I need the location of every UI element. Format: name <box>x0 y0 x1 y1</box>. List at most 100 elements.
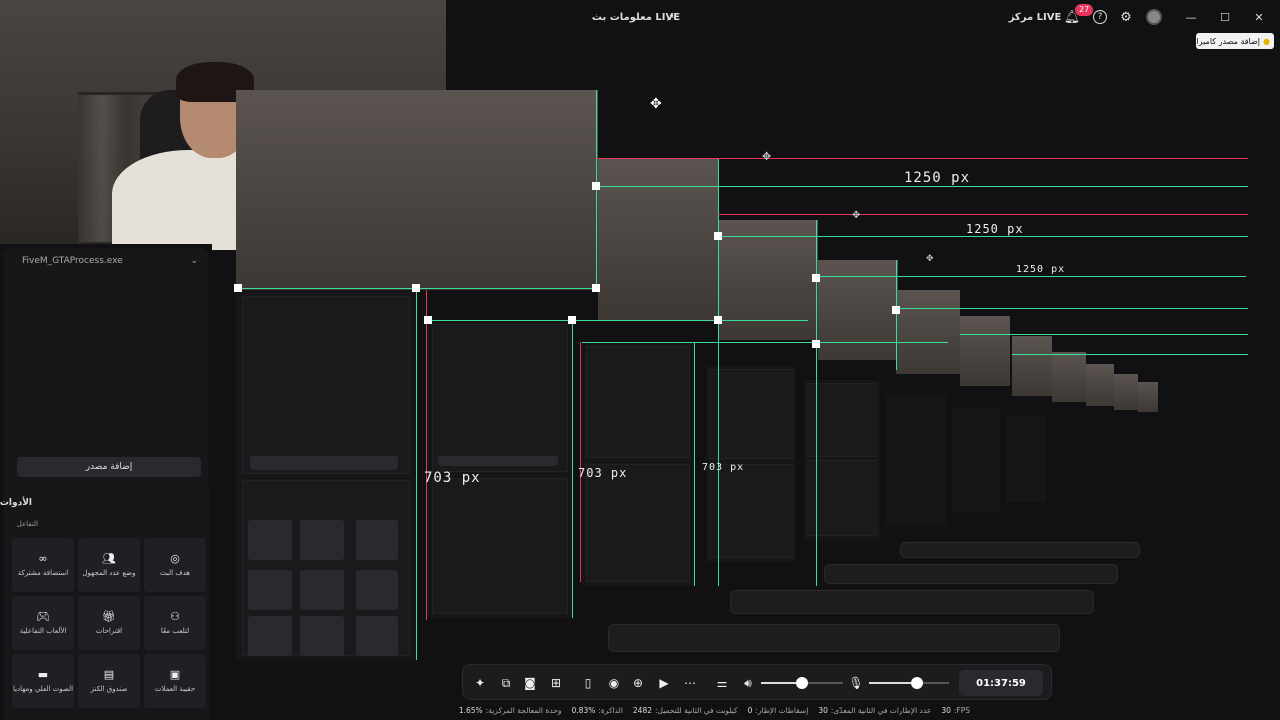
nested-control-bar-2 <box>730 590 1094 614</box>
target-icon[interactable]: ⊕ <box>627 665 649 701</box>
guide-line <box>718 158 719 586</box>
tool-label: صندوق الكنز <box>90 685 128 694</box>
guide-line <box>718 236 1248 237</box>
camera-icon[interactable]: ◙ <box>519 665 541 701</box>
nested-webcam-4 <box>818 260 898 360</box>
nested-tool <box>356 520 398 560</box>
nested-add-source-1 <box>250 456 398 470</box>
mixer-icon[interactable]: ⚌ <box>711 665 733 701</box>
target-icon: ◎ <box>170 552 180 566</box>
resize-handle[interactable] <box>424 316 432 324</box>
tools-panel: الأدوات التفاعل ◎ هدف البث 👥︎ وضع عدد ال… <box>0 488 210 720</box>
guide-line <box>896 308 1248 309</box>
tool-voice-gifts[interactable]: ▬ الصوت العلي ومهاديا <box>12 654 74 708</box>
microphone-icon[interactable]: 🎙︎ <box>845 665 867 701</box>
tool-label: الألعاب التفاعلية <box>19 627 67 636</box>
speaker-icon[interactable]: 🔊︎ <box>737 665 759 701</box>
stream-control-bar: ✦ ⧉ ◙ ⊞ ▯ ◉ ⊕ ▶ ⋯ ⚌ 🔊︎ 🎙︎ 01:37:59 <box>462 664 1052 700</box>
title-bar: ↗ معلومات بث LIVE مركز LIVE 🔔︎ 27 ? ⚙ — … <box>446 0 1280 34</box>
resize-handle[interactable] <box>234 284 242 292</box>
dropped-value: 0 <box>747 705 753 715</box>
nested-tool <box>356 616 398 656</box>
chevron-down-icon[interactable]: ⌄ <box>190 256 198 266</box>
maximize-button[interactable]: ☐ <box>1208 0 1242 34</box>
frames-stat: عدد الإطارات في الثانية المعدّى: 30 <box>818 706 931 715</box>
width-measure-label: 1250 px <box>1016 264 1066 275</box>
add-source-button[interactable]: إضافة مصدر <box>17 457 201 477</box>
minimize-button[interactable]: — <box>1174 0 1208 34</box>
notification-bell-icon[interactable]: 🔔︎ 27 <box>1058 0 1094 34</box>
guide-line-pink <box>596 158 1248 159</box>
stream-preview-canvas[interactable]: ✥ ✥ ✥ ✥ 1250 px 1250 px 1250 px 703 px 7… <box>234 90 1280 660</box>
width-measure-label: 1250 px <box>904 170 971 186</box>
more-icon[interactable]: ⋯ <box>679 665 701 701</box>
close-button[interactable]: ✕ <box>1242 0 1276 34</box>
tool-interactive-games[interactable]: 🎮︎ الألعاب التفاعلية <box>12 596 74 650</box>
guide-line <box>428 320 808 321</box>
width-measure-label: 1250 px <box>966 222 1024 236</box>
guide-line <box>694 342 695 586</box>
help-icon[interactable]: ? <box>1086 0 1114 34</box>
frames-value: 30 <box>818 705 828 715</box>
volume-slider-knob[interactable] <box>796 677 808 689</box>
link-icon: ∞ <box>38 552 48 566</box>
tool-treasure-chest[interactable]: ▤ صندوق الكنز <box>78 654 140 708</box>
tool-anonymous-count[interactable]: 👥︎ وضع عدد المجهول <box>78 538 140 592</box>
resize-handle[interactable] <box>592 284 600 292</box>
resize-handle[interactable] <box>892 306 900 314</box>
resize-handle[interactable] <box>592 182 600 190</box>
resize-handle[interactable] <box>714 316 722 324</box>
gift-icon: 🎁︎ <box>102 610 116 624</box>
resize-handle[interactable] <box>714 232 722 240</box>
tool-co-host[interactable]: ∞ استضافة مشتركة <box>12 538 74 592</box>
camera-source-tooltip[interactable]: إضافة مصدر كاميرا ● <box>1196 33 1274 49</box>
tool-play-together[interactable]: ⚇ لتلعب معًا <box>144 596 206 650</box>
resize-handle[interactable] <box>412 284 420 292</box>
nested-tools-2 <box>432 478 568 614</box>
settings-gear-icon[interactable]: ⚙ <box>1112 0 1140 34</box>
stream-info-title[interactable]: معلومات بث LIVE <box>586 0 686 34</box>
tool-stream-goal[interactable]: ◎ هدف البث <box>144 538 206 592</box>
bitrate-label: كيلوبت في الثانية للتحميل: <box>655 705 738 715</box>
tools-title: الأدوات <box>0 498 32 508</box>
mic-slider-knob[interactable] <box>911 677 923 689</box>
nested-source-list-2 <box>432 324 568 472</box>
guide-line <box>596 186 1248 187</box>
cpu-label: وحدة المعالجة المركزية: <box>485 705 562 715</box>
resize-handle[interactable] <box>568 316 576 324</box>
resize-handle[interactable] <box>812 340 820 348</box>
nested-tool <box>300 616 344 656</box>
nested-source-list-4 <box>709 369 793 459</box>
video-icon[interactable]: ▶ <box>653 665 675 701</box>
dropped-label: إسقاطات الإطار: <box>755 705 809 715</box>
nested-webcam-8 <box>1052 352 1086 402</box>
height-measure-label: 703 px <box>424 470 481 486</box>
layout-icon[interactable]: ⧉ <box>495 665 517 701</box>
tool-label: لتلعب معًا <box>160 627 190 636</box>
source-item[interactable]: FiveM_GTAProcess.exe ⌄ <box>8 252 212 270</box>
stream-timer: 01:37:59 <box>959 670 1043 696</box>
chest-icon: ▤ <box>103 668 115 682</box>
height-measure-label: 703 px <box>702 462 745 473</box>
tool-coin-bag[interactable]: ▣ حقيبة العملات <box>144 654 206 708</box>
record-icon[interactable]: ◉ <box>603 665 625 701</box>
resize-handle[interactable] <box>812 274 820 282</box>
capture-icon[interactable]: ⊞ <box>545 665 567 701</box>
nested-source-list-3 <box>586 346 690 458</box>
nested-webcam-1 <box>236 90 598 290</box>
nested-left-panel-8 <box>1006 416 1046 502</box>
tool-label: اقتراحات <box>95 627 123 636</box>
nested-source-list-5 <box>807 383 877 457</box>
nested-webcam-11 <box>1138 382 1158 412</box>
bitrate-value: 2482 <box>632 705 652 715</box>
magic-wand-icon[interactable]: ✦ <box>469 665 491 701</box>
tool-suggestions[interactable]: 🎁︎ اقتراحات <box>78 596 140 650</box>
guide-line <box>1012 354 1248 355</box>
mobile-icon[interactable]: ▯ <box>577 665 599 701</box>
nested-left-panel-7 <box>952 408 1000 512</box>
memory-stat: الذاكرة: 0.83% <box>572 706 623 715</box>
source-item-label: FiveM_GTAProcess.exe <box>22 256 123 266</box>
user-avatar[interactable] <box>1140 0 1168 34</box>
nested-tool <box>300 570 344 610</box>
guide-line <box>572 320 573 618</box>
